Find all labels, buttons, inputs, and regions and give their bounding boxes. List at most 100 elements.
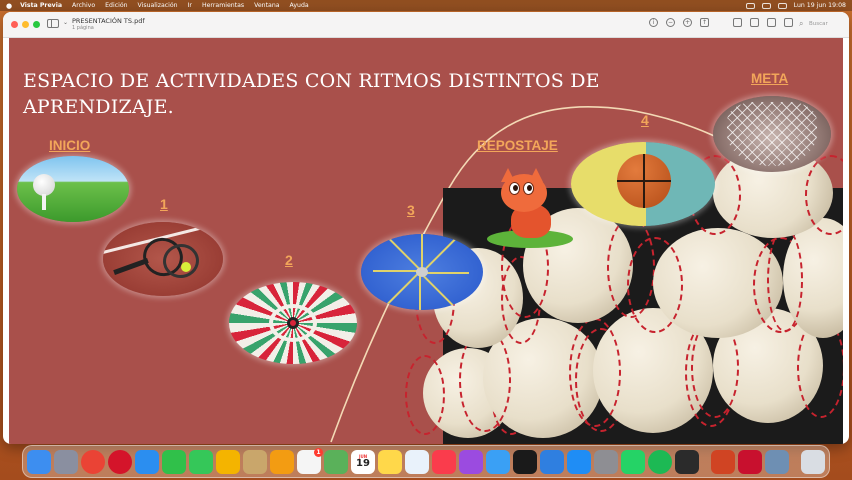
slide-page: ESPACIO DE ACTIVIDADES CON RITMOS DISTIN… — [9, 38, 843, 444]
tennis-ball — [181, 262, 191, 272]
reminders-badge: 1 — [314, 447, 323, 457]
scissor-hub — [416, 267, 428, 277]
control-center-icon[interactable] — [777, 2, 787, 9]
maps-icon[interactable] — [324, 449, 348, 474]
menu-bar: ● Vista Previa Archivo Edición Visualiza… — [0, 0, 852, 11]
scissor-spoke — [419, 272, 421, 310]
basketball — [617, 154, 671, 208]
scissor-spoke — [373, 270, 421, 272]
label-repostaje: REPOSTAJE — [477, 138, 558, 153]
scissor-spoke — [385, 270, 421, 306]
window-toolbar: ⌄ PRESENTACIÓN TS.pdf 1 página i − + ↑ B… — [3, 12, 849, 38]
launchpad-icon[interactable] — [54, 449, 78, 474]
powerpoint-icon[interactable] — [711, 449, 735, 474]
reminders-icon[interactable]: 1 — [297, 447, 323, 474]
mail-icon[interactable] — [486, 449, 510, 474]
trash-icon[interactable] — [801, 449, 825, 474]
share-icon[interactable]: ↑ — [700, 18, 709, 27]
toolbar-zoom-group: i − + ↑ — [649, 18, 709, 27]
close-button[interactable] — [11, 21, 18, 28]
menu-app-name[interactable]: Vista Previa — [20, 2, 62, 9]
cat-eye — [523, 182, 534, 195]
window-controls — [11, 21, 40, 28]
preview-window: ⌄ PRESENTACIÓN TS.pdf 1 página i − + ↑ B… — [3, 12, 849, 444]
baseball — [767, 218, 843, 338]
appletv-icon[interactable] — [513, 449, 537, 474]
tennis-rackets-image — [103, 222, 223, 296]
step-2-label: 2 — [285, 252, 293, 268]
calendar-day: 19 — [356, 458, 370, 469]
music-icon[interactable] — [432, 449, 456, 474]
dock: 1 JUN 19 — [22, 445, 830, 478]
whatsapp-icon[interactable] — [621, 449, 645, 474]
facetime-icon[interactable] — [162, 449, 186, 474]
photos-icon[interactable] — [216, 449, 240, 474]
scissors-circle-image — [361, 234, 483, 310]
keynote-icon[interactable] — [540, 449, 564, 474]
battery-icon[interactable] — [745, 2, 755, 9]
racket-handle — [113, 257, 149, 276]
dartboard-image — [229, 282, 357, 364]
activity-icon[interactable] — [675, 449, 699, 474]
minimize-button[interactable] — [22, 21, 29, 28]
scissor-spoke — [421, 272, 469, 274]
slide-title: ESPACIO DE ACTIVIDADES CON RITMOS DISTIN… — [23, 70, 600, 118]
basketball-net-image — [713, 96, 831, 172]
menu-edicion[interactable]: Edición — [105, 2, 127, 9]
finder-icon[interactable] — [27, 449, 51, 474]
appstore-icon[interactable] — [567, 449, 591, 474]
menu-clock[interactable]: Lun 19 jun 19:08 — [794, 2, 846, 9]
dartboard-bullseye — [287, 317, 299, 329]
label-inicio: INICIO — [49, 138, 91, 153]
menu-archivo[interactable]: Archivo — [72, 2, 95, 9]
cat-eye — [509, 182, 520, 195]
cat-illustration — [485, 168, 575, 258]
toolbar-markup-group — [733, 18, 793, 27]
document-page-count: 1 página — [72, 25, 94, 31]
menu-ir[interactable]: Ir — [188, 2, 192, 9]
safari-icon[interactable] — [135, 449, 159, 474]
pages-icon[interactable] — [270, 449, 294, 474]
menu-herramientas[interactable]: Herramientas — [202, 2, 244, 9]
scissor-spoke — [419, 272, 455, 308]
label-meta: META — [751, 71, 789, 86]
menu-ayuda[interactable]: Ayuda — [290, 2, 309, 9]
preview-icon[interactable] — [765, 449, 789, 474]
basketball-image — [571, 142, 715, 226]
sign-icon[interactable] — [784, 18, 793, 27]
golf-tee — [42, 194, 46, 210]
step-4-label: 4 — [641, 112, 649, 128]
screenrecord-icon[interactable] — [738, 449, 762, 474]
rotate-icon[interactable] — [750, 18, 759, 27]
spotify-icon[interactable] — [648, 449, 672, 474]
menu-ventana[interactable]: Ventana — [254, 2, 279, 9]
chrome-icon[interactable] — [81, 449, 105, 474]
chevron-down-icon[interactable]: ⌄ — [63, 19, 68, 26]
calendar-icon[interactable]: JUN 19 — [351, 449, 375, 474]
cat-ear — [501, 168, 515, 182]
baseball — [627, 228, 809, 338]
highlight-icon[interactable] — [767, 18, 776, 27]
zoom-button[interactable] — [33, 21, 40, 28]
menu-visualizacion[interactable]: Visualización — [138, 2, 178, 9]
sidebar-toggle-icon[interactable] — [47, 19, 59, 28]
apple-menu-icon[interactable]: ● — [6, 2, 12, 10]
info-icon[interactable]: i — [649, 18, 658, 27]
finder-folder-icon[interactable] — [243, 449, 267, 474]
messages-icon[interactable] — [189, 449, 213, 474]
golf-ball — [33, 174, 55, 196]
settings-icon[interactable] — [594, 449, 618, 474]
step-3-label: 3 — [407, 202, 415, 218]
search-field[interactable]: Buscar — [797, 18, 841, 30]
step-1-label: 1 — [160, 196, 168, 212]
podcasts-icon[interactable] — [459, 449, 483, 474]
freeform-icon[interactable] — [405, 449, 429, 474]
opera-icon[interactable] — [108, 449, 132, 474]
notes-icon[interactable] — [378, 449, 402, 474]
zoom-out-icon[interactable]: − — [666, 18, 675, 27]
wifi-icon[interactable] — [761, 2, 771, 9]
markup-icon[interactable] — [733, 18, 742, 27]
zoom-in-icon[interactable]: + — [683, 18, 692, 27]
scissor-spoke — [387, 236, 423, 272]
net-mesh — [727, 102, 817, 166]
